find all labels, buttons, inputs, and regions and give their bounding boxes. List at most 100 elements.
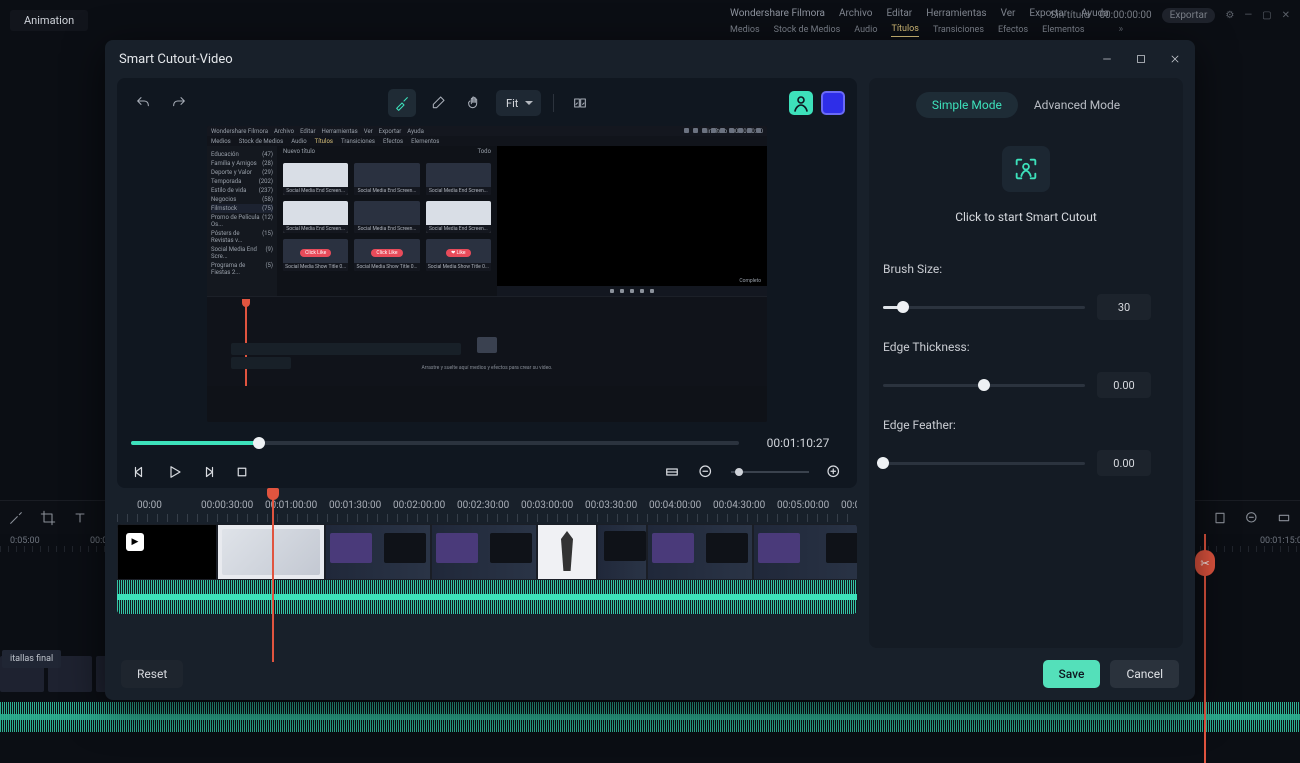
timeline-clip[interactable]: ▶	[117, 524, 217, 580]
timeline-clip[interactable]	[217, 524, 325, 580]
crop-icon[interactable]	[40, 510, 56, 526]
text-icon[interactable]	[72, 510, 88, 526]
host-brand: Wondershare Filmora	[730, 8, 825, 19]
wand-icon[interactable]	[8, 510, 24, 526]
hand-tool-icon[interactable]	[460, 89, 488, 117]
brush-size-slider[interactable]	[883, 306, 1085, 309]
timeline-clip[interactable]	[431, 524, 537, 580]
eraser-tool-icon[interactable]	[424, 89, 452, 117]
mark-in-out-icon[interactable]	[663, 463, 681, 481]
preview-controls	[117, 456, 857, 488]
timeline-clip[interactable]	[753, 524, 857, 580]
background-swatch[interactable]	[821, 91, 845, 115]
host-project-time: 00:00:00:00	[1099, 10, 1151, 21]
host-tab[interactable]: Animation	[10, 10, 88, 31]
tab-simple-mode[interactable]: Simple Mode	[916, 92, 1018, 118]
tab-advanced-mode[interactable]: Advanced Mode	[1018, 92, 1136, 118]
host-audio-track[interactable]	[0, 702, 1300, 732]
dialog-title: Smart Cutout-Video	[119, 52, 233, 67]
brush-tool-icon[interactable]	[388, 89, 416, 117]
prev-frame-icon[interactable]	[131, 463, 149, 481]
start-smart-cutout-label: Click to start Smart Cutout	[883, 210, 1169, 224]
fit-select[interactable]: Fit	[496, 90, 541, 116]
host-menu-item[interactable]: Ver	[1001, 8, 1016, 19]
preview-progress[interactable]	[131, 441, 739, 445]
brush-size-label: Brush Size:	[883, 262, 1169, 276]
edge-feather-label: Edge Feather:	[883, 418, 1169, 432]
host-project-label: Sin título	[1050, 10, 1089, 21]
edge-thickness-slider[interactable]	[883, 384, 1085, 387]
edge-feather-value[interactable]: 0.00	[1097, 450, 1151, 476]
host-categories: Medios Stock de Medios Audio Títulos Tra…	[730, 24, 1123, 37]
preview-canvas[interactable]: Wondershare Filmora ArchivoEditarHerrami…	[207, 126, 767, 422]
host-menu-item[interactable]: Editar	[886, 8, 912, 19]
cancel-button[interactable]: Cancel	[1110, 660, 1179, 688]
timeline-video-track[interactable]: ▶	[117, 524, 857, 580]
timeline-ruler-label: 00:02:00:00	[393, 500, 445, 511]
settings-panel: Simple Mode Advanced Mode Click to start…	[869, 78, 1183, 648]
host-cat[interactable]: Títulos	[891, 24, 918, 37]
close-icon[interactable]	[1169, 53, 1181, 65]
more-icon[interactable]: »	[1119, 24, 1124, 37]
timeline-ruler-label: 00:05:30:0	[841, 500, 857, 511]
host-cat[interactable]: Elementos	[1042, 25, 1084, 37]
dialog-timeline: 00:0000:00:30:0000:01:00:0000:01:30:0000…	[117, 498, 857, 614]
host-settings-icon[interactable]: ⚙	[1225, 10, 1234, 21]
timeline-ruler-label: 00:01:30:00	[329, 500, 381, 511]
host-export-button[interactable]: Exportar	[1162, 8, 1216, 23]
host-menu-item[interactable]: Archivo	[839, 8, 872, 19]
zoom-in-icon[interactable]	[825, 463, 843, 481]
host-playhead[interactable]	[1204, 534, 1206, 763]
timeline-ruler[interactable]: 00:0000:00:30:0000:01:00:0000:01:30:0000…	[117, 498, 857, 524]
timeline-ruler-label: 00:00	[137, 500, 162, 511]
maximize-icon[interactable]	[1135, 53, 1147, 65]
scissors-icon[interactable]	[1195, 550, 1215, 576]
host-ruler-label: 00:01:15:00	[1260, 536, 1300, 546]
next-frame-icon[interactable]	[199, 463, 217, 481]
timeline-ruler-label: 00:04:00:00	[649, 500, 701, 511]
timeline-ruler-label: 00:03:00:00	[521, 500, 573, 511]
host-cat[interactable]: Efectos	[998, 25, 1028, 37]
timeline-clip[interactable]	[537, 524, 597, 580]
compare-icon[interactable]	[566, 89, 594, 117]
zoom-out-icon[interactable]	[697, 463, 715, 481]
start-smart-cutout-button[interactable]	[1002, 146, 1050, 192]
timeline-clip[interactable]	[597, 524, 647, 580]
stop-icon[interactable]	[233, 463, 251, 481]
edge-thickness-label: Edge Thickness:	[883, 340, 1169, 354]
host-clip-label: itallas final	[2, 650, 61, 668]
edge-feather-slider[interactable]	[883, 462, 1085, 465]
host-close-icon[interactable]: ✕	[1282, 10, 1290, 21]
host-cat[interactable]: Transiciones	[933, 25, 984, 37]
marker-icon[interactable]	[1212, 510, 1228, 526]
zoom-fit-icon[interactable]	[1276, 510, 1292, 526]
host-max-icon[interactable]: ▢	[1262, 10, 1271, 21]
undo-icon[interactable]	[129, 89, 157, 117]
edge-thickness-value[interactable]: 0.00	[1097, 372, 1151, 398]
dialog-footer: Reset Save Cancel	[105, 648, 1195, 700]
redo-icon[interactable]	[165, 89, 193, 117]
preview-panel: Fit Wondershare Filmora Archiv	[117, 78, 857, 488]
host-cat[interactable]: Stock de Medios	[774, 25, 841, 37]
save-button[interactable]: Save	[1043, 660, 1101, 688]
host-menu-item[interactable]: Herramientas	[926, 8, 986, 19]
timeline-ruler-label: 00:05:00:00	[777, 500, 829, 511]
minimize-icon[interactable]	[1101, 53, 1113, 65]
timeline-audio-track[interactable]	[117, 580, 857, 614]
timeline-playhead[interactable]	[272, 498, 274, 662]
zoom-slider[interactable]	[731, 471, 809, 473]
reset-button[interactable]: Reset	[121, 660, 183, 688]
play-icon[interactable]	[165, 463, 183, 481]
mode-tabs: Simple Mode Advanced Mode	[883, 92, 1169, 118]
preview-toolbar: Fit	[117, 84, 857, 122]
host-min-icon[interactable]: —	[1244, 10, 1252, 21]
timeline-clip[interactable]	[647, 524, 753, 580]
timeline-clip[interactable]	[325, 524, 431, 580]
zoom-out-icon[interactable]	[1244, 510, 1260, 526]
smart-cutout-dialog: Smart Cutout-Video Fit	[105, 40, 1195, 700]
brush-size-value[interactable]: 30	[1097, 294, 1151, 320]
timeline-ruler-label: 00:03:30:00	[585, 500, 637, 511]
host-cat[interactable]: Audio	[854, 25, 877, 37]
host-cat[interactable]: Medios	[730, 25, 760, 37]
foreground-swatch[interactable]	[789, 91, 813, 115]
